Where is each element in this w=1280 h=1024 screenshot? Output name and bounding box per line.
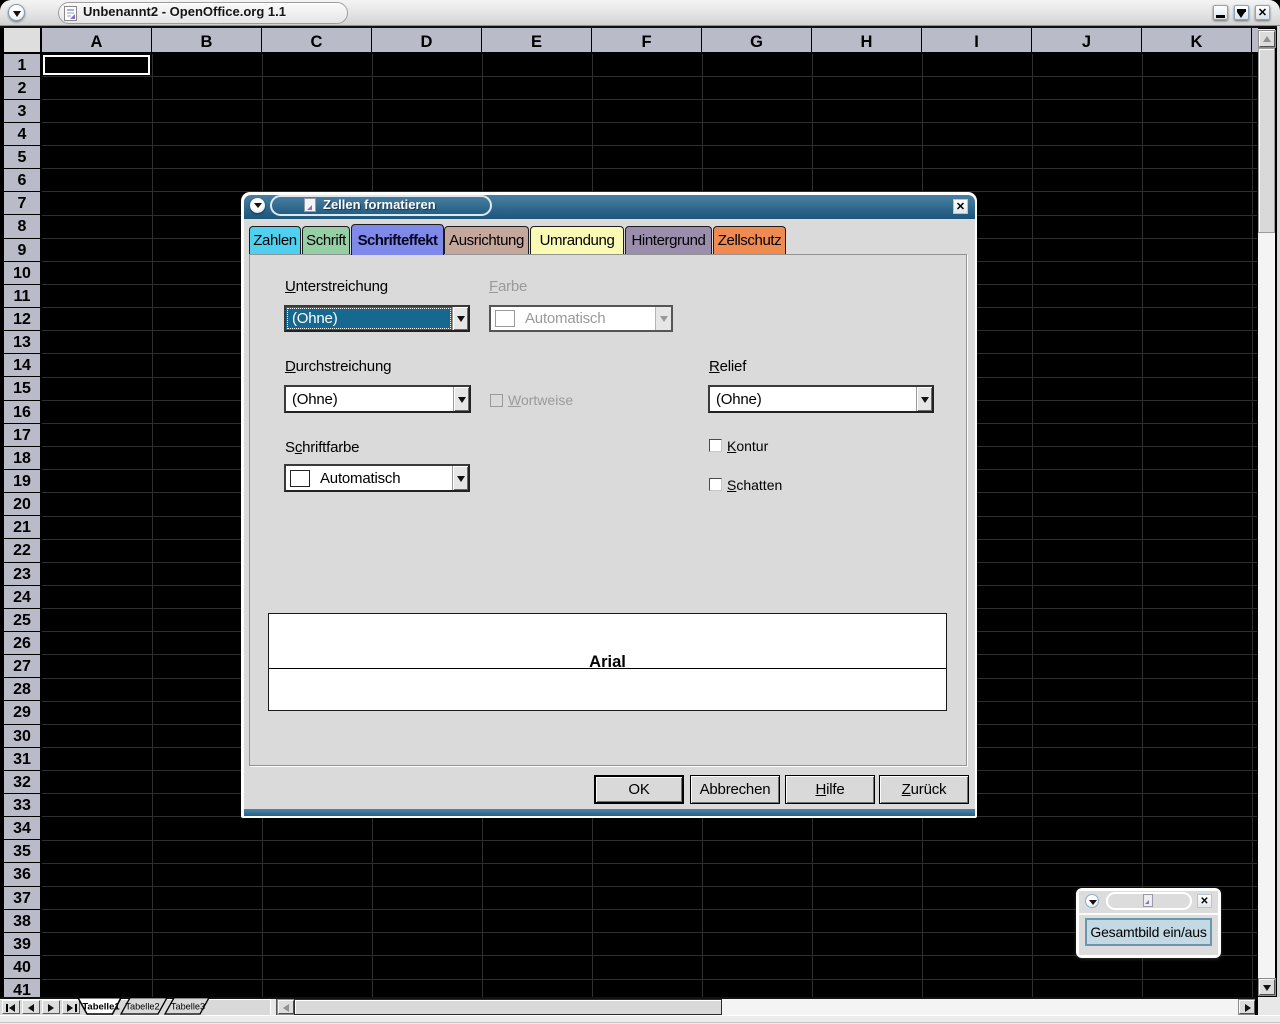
svg-text:Tabelle2: Tabelle2	[125, 1002, 159, 1012]
svg-text:Tabelle1: Tabelle1	[82, 1002, 120, 1013]
svg-text:Tabelle3: Tabelle3	[171, 1002, 205, 1012]
